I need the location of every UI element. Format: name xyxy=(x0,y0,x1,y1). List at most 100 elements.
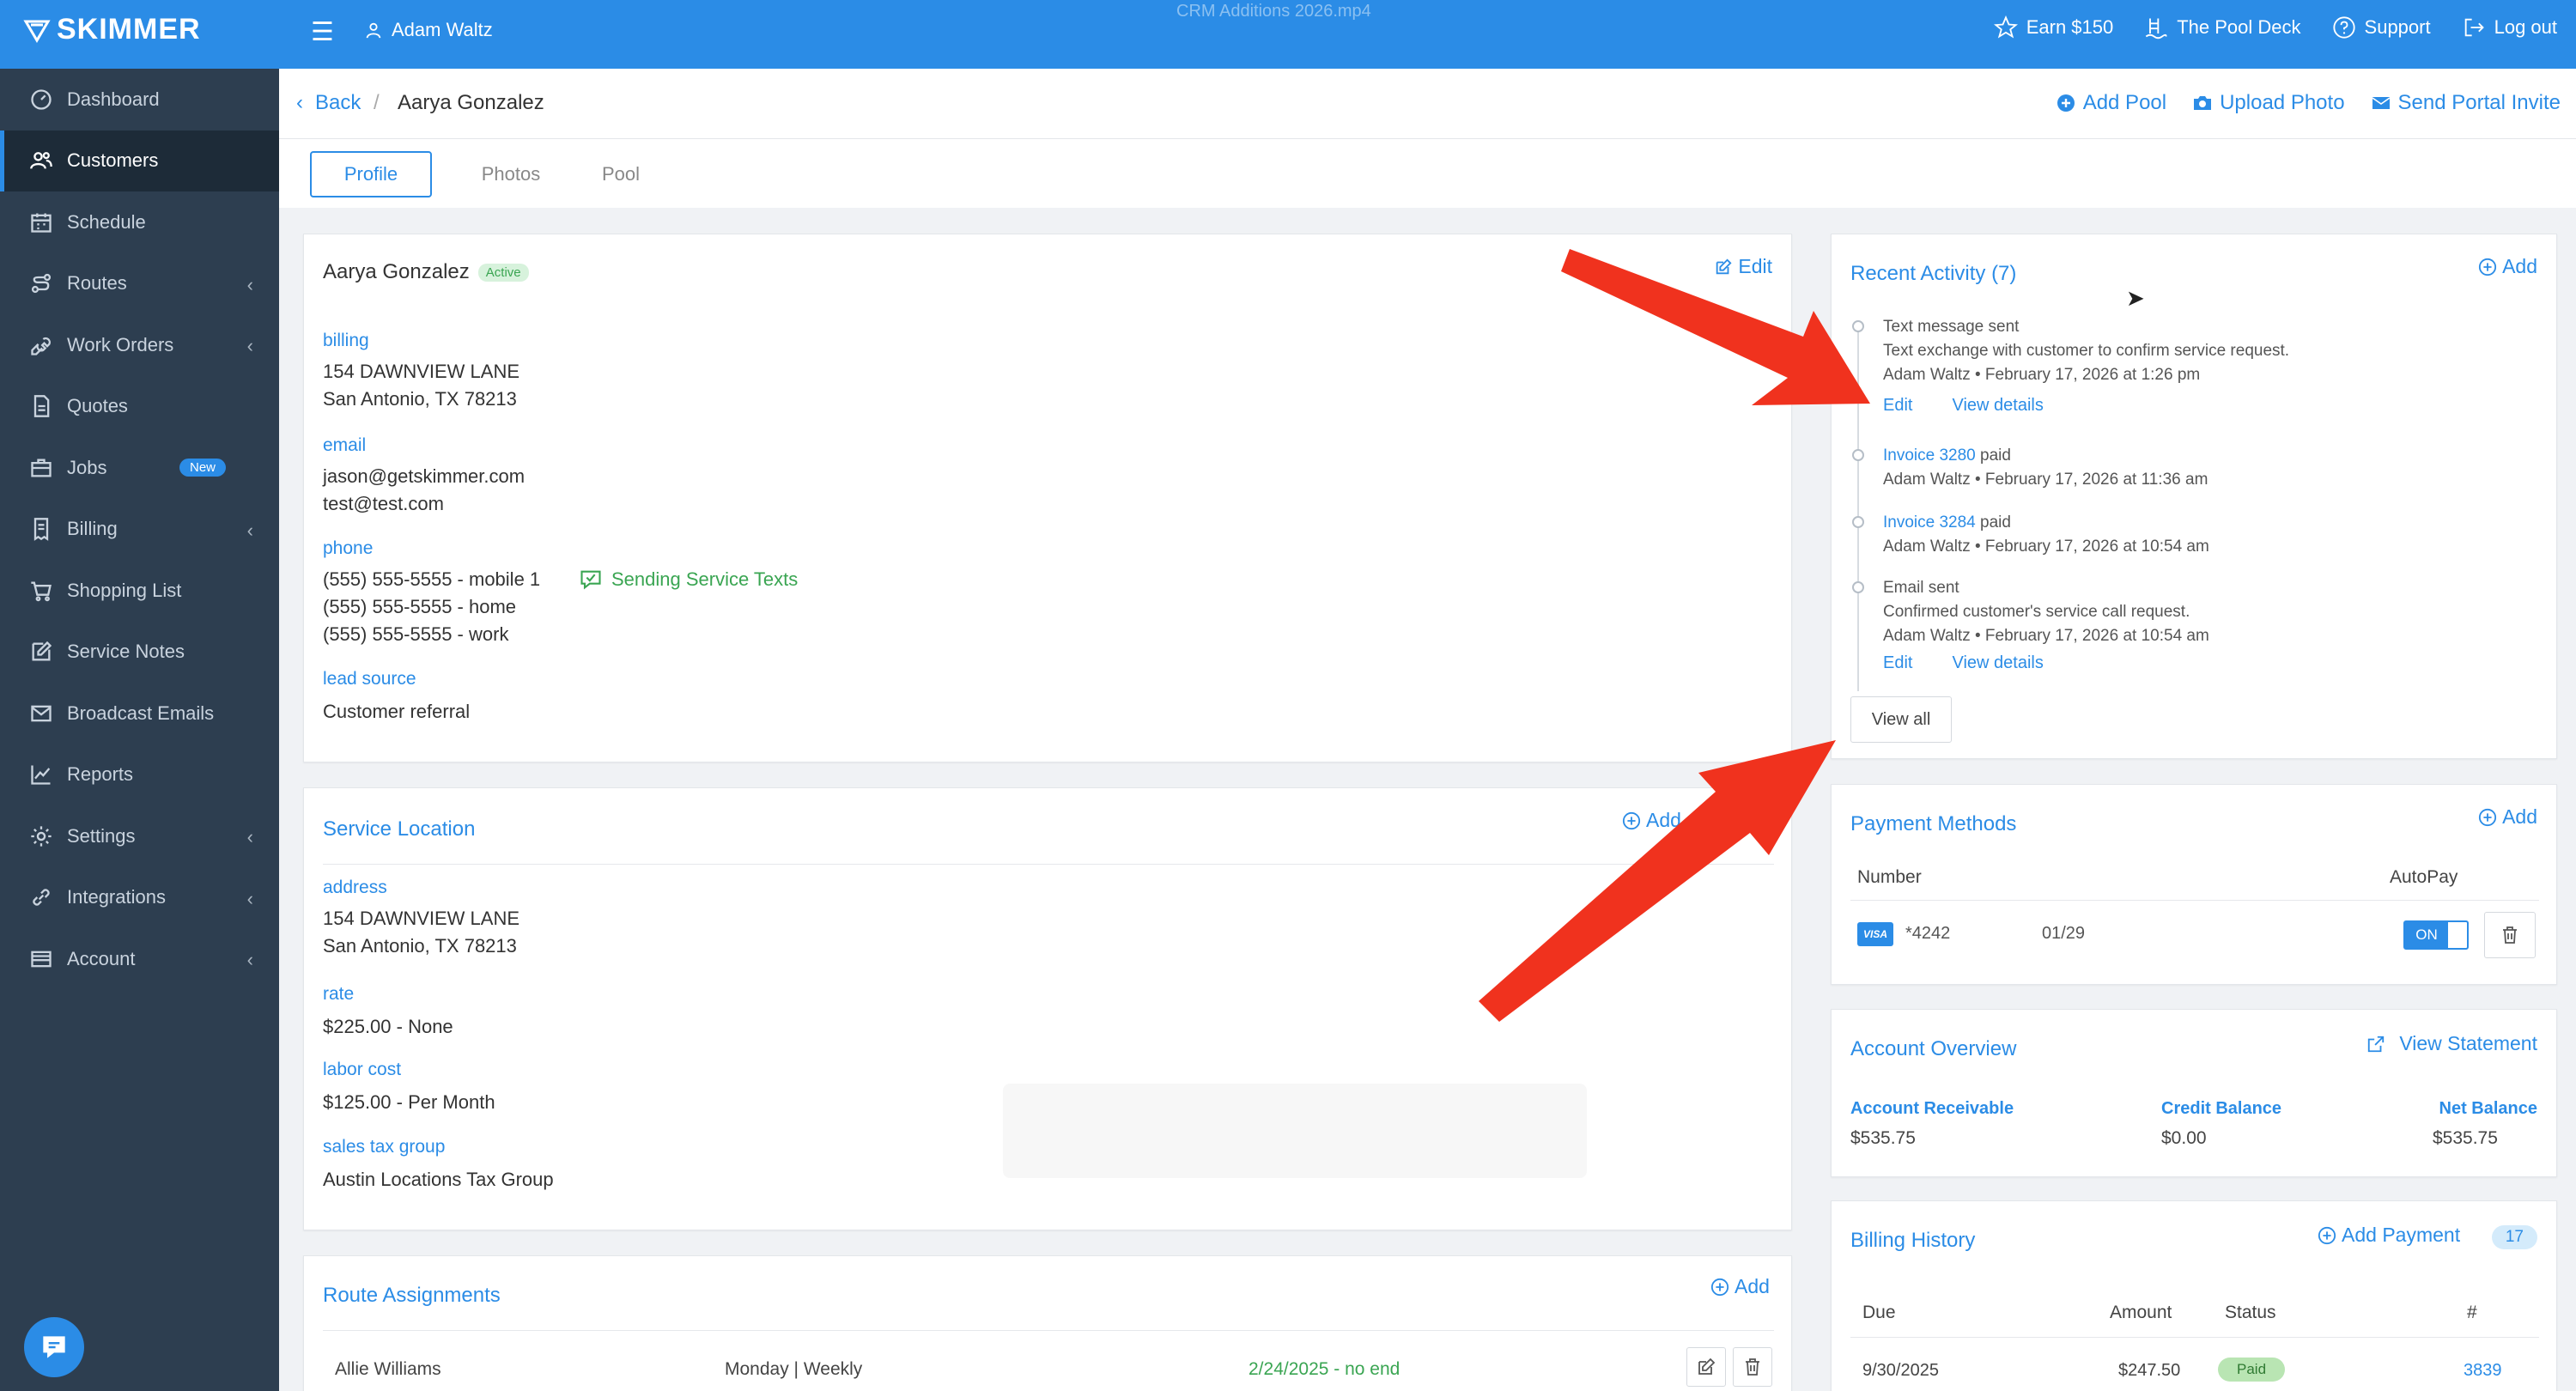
section-divider xyxy=(323,1330,1774,1331)
edit-profile-button[interactable]: Edit xyxy=(1714,255,1772,278)
activity-description: Text exchange with customer to confirm s… xyxy=(1883,342,2290,360)
plus-circle-icon xyxy=(2057,94,2075,112)
sidebar-item-shopping-list[interactable]: Shopping List xyxy=(0,560,279,622)
sidebar-item-broadcast-emails[interactable]: Broadcast Emails xyxy=(0,683,279,744)
chevron-left-icon: ‹ xyxy=(296,91,303,114)
sidebar-item-label: Dashboard xyxy=(67,88,160,110)
section-divider xyxy=(323,864,1774,865)
sidebar-item-reports[interactable]: Reports xyxy=(0,744,279,806)
video-player-controls xyxy=(1003,1084,1587,1178)
billing-history-title: Billing History xyxy=(1850,1229,1976,1252)
sidebar-item-work-orders[interactable]: Work Orders ‹ xyxy=(0,314,279,376)
plus-circle-icon xyxy=(2478,258,2497,276)
tab-photos[interactable]: Photos xyxy=(459,151,562,197)
activity-edit-link[interactable]: Edit xyxy=(1883,653,1912,673)
payment-methods-card: Payment Methods Add Number AutoPay VISA … xyxy=(1831,784,2557,985)
breadcrumb: ‹ Back / Aarya Gonzalez Add Pool Upload … xyxy=(279,69,2576,139)
activity-view-details-link[interactable]: View details xyxy=(1952,653,2043,673)
earn-link[interactable]: Earn $150 xyxy=(1993,15,2113,39)
phone-value[interactable]: (555) 555-5555 - mobile 1 xyxy=(323,566,540,593)
calendar-icon xyxy=(31,213,52,233)
edit-icon xyxy=(1716,258,1732,274)
logout-icon xyxy=(2464,18,2484,37)
account-receivable-value: $535.75 xyxy=(1850,1128,1916,1148)
view-statement-label: View Statement xyxy=(2399,1032,2537,1054)
add-payment-button[interactable]: Add Payment xyxy=(2318,1224,2460,1247)
sidebar-item-label: Account xyxy=(67,947,136,969)
back-link[interactable]: ‹ Back xyxy=(296,91,361,115)
sidebar-item-account[interactable]: Account ‹ xyxy=(0,928,279,990)
activity-title: Text message sent xyxy=(1883,318,2020,336)
chat-button[interactable] xyxy=(24,1317,84,1377)
invoice-number-link[interactable]: 3839 xyxy=(2464,1361,2502,1381)
view-all-button[interactable]: View all xyxy=(1850,696,1952,743)
quote-icon xyxy=(33,395,50,418)
activity-item: Invoice 3284 paid Adam Waltz • February … xyxy=(1883,511,2209,559)
add-label: Add xyxy=(2502,255,2537,277)
delete-payment-method-button[interactable] xyxy=(2484,912,2536,958)
routes-icon xyxy=(31,274,52,294)
phone-value[interactable]: (555) 555-5555 - home xyxy=(323,593,516,621)
menu-toggle-icon[interactable]: ☰ xyxy=(311,17,334,47)
sidebar-item-service-notes[interactable]: Service Notes xyxy=(0,622,279,683)
sidebar-item-quotes[interactable]: Quotes xyxy=(0,376,279,438)
edit-icon xyxy=(32,641,52,661)
sidebar-item-integrations[interactable]: Integrations ‹ xyxy=(0,867,279,929)
edit-route-button[interactable] xyxy=(1686,1347,1726,1387)
activity-view-details-link[interactable]: View details xyxy=(1952,396,2043,416)
pool-ladder-icon xyxy=(2146,18,2167,39)
chevron-left-icon: ‹ xyxy=(246,519,253,541)
invoice-due-date: 9/30/2025 xyxy=(1862,1361,1939,1380)
activity-description: Confirmed customer's service call reques… xyxy=(1883,603,2190,621)
add-route-button[interactable]: Add xyxy=(1710,1275,1770,1298)
upload-photo-button[interactable]: Upload Photo xyxy=(2192,91,2345,115)
add-activity-button[interactable]: Add xyxy=(2478,255,2537,278)
sidebar-item-label: Service Notes xyxy=(67,641,185,663)
add-payment-label: Add Payment xyxy=(2342,1224,2461,1246)
user-name: Adam Waltz xyxy=(392,19,493,40)
gear-icon xyxy=(31,826,52,847)
activity-meta: Adam Waltz • February 17, 2026 at 1:26 p… xyxy=(1883,366,2201,384)
email-value[interactable]: test@test.com xyxy=(323,490,444,518)
activity-edit-link[interactable]: Edit xyxy=(1883,396,1912,416)
invoice-link[interactable]: Invoice 3284 xyxy=(1883,513,1976,531)
sidebar-item-schedule[interactable]: Schedule xyxy=(0,191,279,253)
current-user[interactable]: Adam Waltz xyxy=(364,19,493,41)
email-value[interactable]: jason@getskimmer.com xyxy=(323,463,525,490)
camera-icon xyxy=(2194,96,2212,110)
billing-address-line2: San Antonio, TX 78213 xyxy=(323,388,517,410)
invoice-link[interactable]: Invoice 3280 xyxy=(1883,446,1976,465)
account-icon xyxy=(31,951,52,968)
logout-link[interactable]: Log out xyxy=(2462,15,2557,39)
rate-value: $225.00 - None xyxy=(323,1016,453,1037)
dashboard-icon xyxy=(31,89,52,110)
labor-cost-label: labor cost xyxy=(323,1060,402,1079)
sidebar-item-dashboard[interactable]: Dashboard xyxy=(0,69,279,131)
rate-label: rate xyxy=(323,984,355,1004)
sidebar-item-billing[interactable]: Billing ‹ xyxy=(0,499,279,561)
sidebar-item-routes[interactable]: Routes ‹ xyxy=(0,253,279,315)
add-service-location-button[interactable]: Add xyxy=(1622,809,1681,832)
breadcrumb-separator: / xyxy=(374,91,380,114)
pool-deck-link[interactable]: The Pool Deck xyxy=(2144,15,2301,39)
add-pool-button[interactable]: Add Pool xyxy=(2056,91,2166,115)
sending-service-texts[interactable]: Sending Service Texts xyxy=(579,568,798,592)
sidebar-item-settings[interactable]: Settings ‹ xyxy=(0,805,279,867)
pool-deck-label: The Pool Deck xyxy=(2177,16,2301,38)
support-link[interactable]: Support xyxy=(2332,15,2431,39)
table-divider xyxy=(1850,1337,2539,1338)
add-payment-method-button[interactable]: Add xyxy=(2478,805,2537,829)
column-header-amount: Amount xyxy=(2110,1303,2172,1322)
delete-route-button[interactable] xyxy=(1733,1347,1772,1387)
autopay-toggle[interactable]: ON xyxy=(2403,920,2469,950)
send-portal-invite-button[interactable]: Send Portal Invite xyxy=(2371,91,2561,115)
sidebar-item-customers[interactable]: Customers xyxy=(0,130,279,191)
phone-value[interactable]: (555) 555-5555 - work xyxy=(323,621,508,648)
sidebar-item-label: Jobs xyxy=(67,456,107,478)
tab-profile[interactable]: Profile xyxy=(310,151,432,197)
view-statement-link[interactable]: View Statement xyxy=(2366,1032,2537,1055)
column-header-number: # xyxy=(2467,1303,2477,1322)
skimmer-logo[interactable]: SKIMMER xyxy=(22,12,201,46)
tab-pool[interactable]: Pool xyxy=(578,151,664,197)
sidebar-item-jobs[interactable]: Jobs New xyxy=(0,437,279,499)
